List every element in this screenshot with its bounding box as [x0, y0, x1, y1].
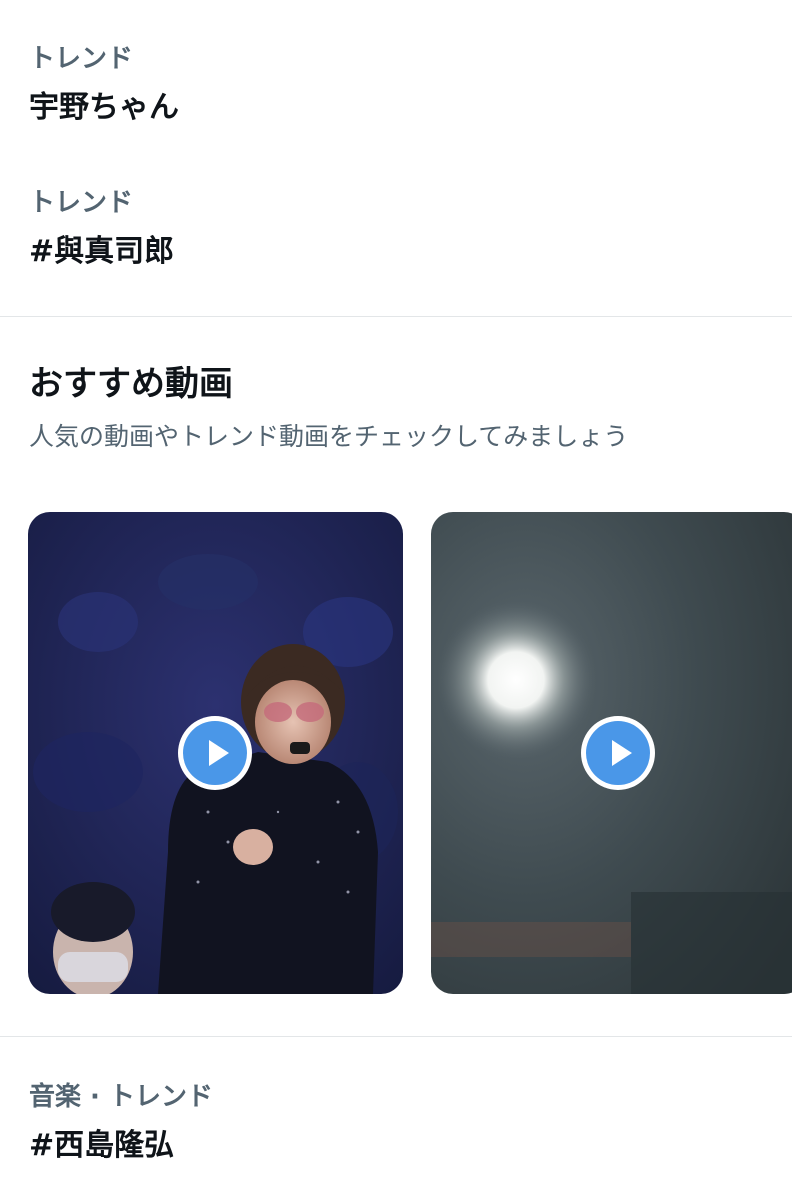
trend-context: トレンド	[29, 188, 134, 218]
trend-item[interactable]: 音楽 · トレンド #西島隆弘	[0, 1082, 792, 1164]
trend-name: #與真司郎	[29, 234, 175, 269]
section-divider	[0, 1036, 792, 1037]
trend-context: 音楽 · トレンド	[29, 1082, 213, 1112]
play-button[interactable]	[581, 716, 655, 790]
video-carousel[interactable]	[28, 512, 792, 994]
trend-name: 宇野ちゃん	[29, 90, 179, 125]
play-icon	[183, 721, 247, 785]
play-button[interactable]	[178, 716, 252, 790]
play-icon	[586, 721, 650, 785]
section-divider	[0, 316, 792, 317]
section-title: おすすめ動画	[29, 364, 233, 404]
trend-name: #西島隆弘	[29, 1128, 175, 1163]
trend-item[interactable]: トレンド 宇野ちゃん	[0, 44, 792, 126]
video-card[interactable]	[28, 512, 403, 994]
section-subtitle: 人気の動画やトレンド動画をチェックしてみましょう	[29, 422, 629, 451]
trend-context: トレンド	[29, 44, 134, 74]
trend-item[interactable]: トレンド #與真司郎	[0, 188, 792, 270]
video-card[interactable]	[431, 512, 792, 994]
